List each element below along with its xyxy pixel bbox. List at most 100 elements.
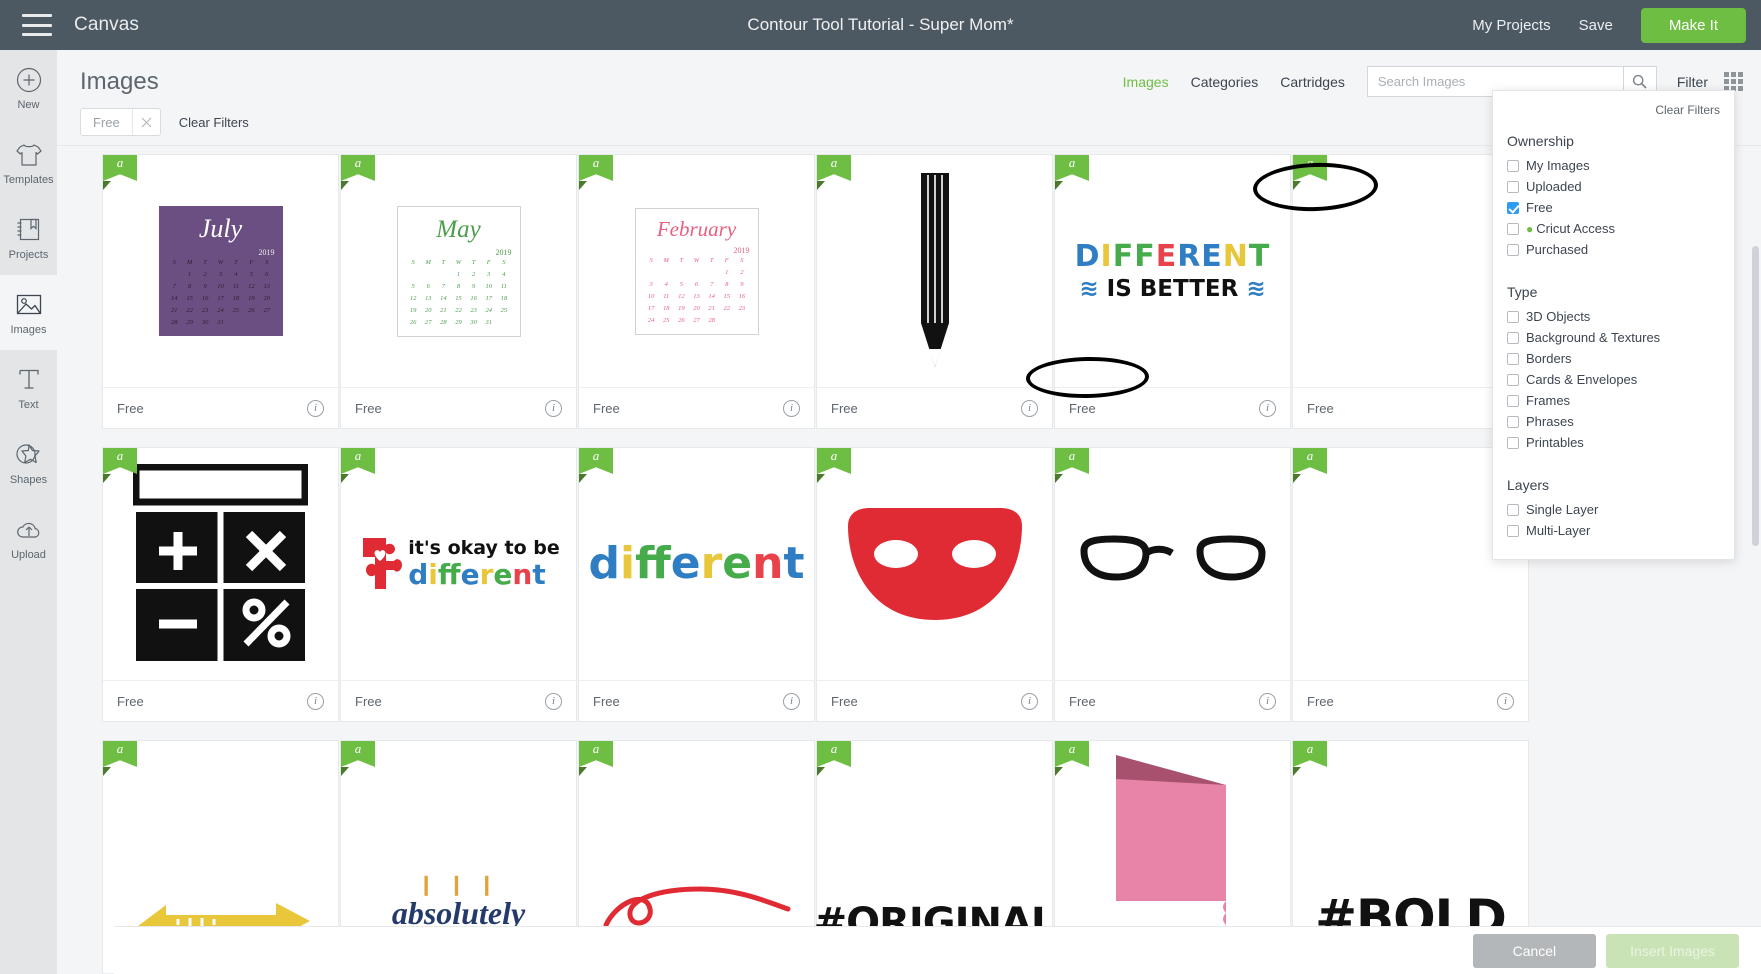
tab-categories[interactable]: Categories <box>1191 74 1259 90</box>
info-icon[interactable]: i <box>307 399 324 417</box>
image-thumbnail: different <box>579 448 814 680</box>
make-it-button[interactable]: Make It <box>1640 7 1746 43</box>
filter-option-purchased[interactable]: Purchased <box>1493 239 1734 260</box>
checkbox-uploaded[interactable] <box>1507 180 1519 193</box>
mask-art <box>847 508 1022 620</box>
filter-label-cricut-access: Cricut Access <box>1536 221 1615 236</box>
filter-option-background-textures[interactable]: Background & Textures <box>1493 327 1734 348</box>
checkbox-background-textures[interactable] <box>1507 331 1519 344</box>
checkbox-free[interactable] <box>1507 201 1519 214</box>
card-footer: Free i <box>579 680 814 721</box>
image-card[interactable]: a May 2019 SMTWTFS 1234 5 6 7 8 9 10 11 12 13 14… <box>340 154 577 429</box>
info-icon[interactable]: i <box>1021 399 1038 417</box>
sidebar-item-shapes[interactable]: Shapes <box>0 425 57 500</box>
card-price: Free <box>1069 693 1096 709</box>
info-icon[interactable]: i <box>545 399 562 417</box>
calendar-february-art: February 2019 SMTWTFS 12 3456789 10 11 12 1… <box>634 207 759 335</box>
canvas-label[interactable]: Canvas <box>74 14 139 36</box>
filter-group-title-type: Type <box>1507 284 1538 300</box>
info-icon[interactable]: i <box>545 692 562 710</box>
checkbox-my-images[interactable] <box>1507 159 1519 172</box>
checkbox-frames[interactable] <box>1507 394 1519 407</box>
image-thumbnail <box>817 155 1052 387</box>
filter-option-3d-objects[interactable]: 3D Objects <box>1493 306 1734 327</box>
card-footer: Free i <box>817 680 1052 721</box>
image-card[interactable]: a it's okay to be different <box>340 447 577 722</box>
checkbox-phrases[interactable] <box>1507 415 1519 428</box>
checkbox-single-layer[interactable] <box>1507 503 1519 516</box>
image-card[interactable]: a Free i <box>816 447 1053 722</box>
filter-button[interactable]: Filter <box>1677 74 1708 90</box>
filter-option-multi-layer[interactable]: Multi-Layer <box>1493 520 1734 541</box>
design-space-app: Canvas Contour Tool Tutorial - Super Mom… <box>0 0 1761 974</box>
checkbox-purchased[interactable] <box>1507 243 1519 256</box>
checkbox-3d-objects[interactable] <box>1507 310 1519 323</box>
vertical-scrollbar[interactable] <box>1752 246 1759 546</box>
card-footer: Free i <box>579 387 814 428</box>
filter-label-purchased: Purchased <box>1526 242 1589 257</box>
sidebar-item-projects[interactable]: Projects <box>0 200 57 275</box>
tab-cartridges[interactable]: Cartridges <box>1280 74 1345 90</box>
image-thumbnail: May 2019 SMTWTFS 1234 5 6 7 8 9 10 11 12 13 14 15… <box>341 155 576 387</box>
checkbox-cards-envelopes[interactable] <box>1507 373 1519 386</box>
filter-chip-free[interactable]: Free <box>80 108 161 136</box>
info-icon[interactable]: i <box>1497 692 1514 710</box>
filter-option-printables[interactable]: Printables <box>1493 432 1734 453</box>
sidebar-item-upload[interactable]: Upload <box>0 500 57 575</box>
grid-view-icon[interactable] <box>1724 72 1743 91</box>
info-icon[interactable]: i <box>1259 692 1276 710</box>
filter-option-phrases[interactable]: Phrases <box>1493 411 1734 432</box>
image-card[interactable]: a Free i <box>1054 447 1291 722</box>
close-x-icon[interactable] <box>131 109 160 135</box>
card-footer: Free i <box>341 680 576 721</box>
filter-option-single-layer[interactable]: Single Layer <box>1493 499 1734 520</box>
sidebar-item-new[interactable]: New <box>0 50 57 125</box>
tab-images[interactable]: Images <box>1123 74 1169 90</box>
filter-option-cricut-access[interactable]: ● Cricut Access <box>1493 218 1734 239</box>
filter-option-frames[interactable]: Frames <box>1493 390 1734 411</box>
image-thumbnail: February 2019 SMTWTFS 12 3456789 10 11 12 1… <box>579 155 814 387</box>
image-card[interactable]: a DIFFERENT ≋ IS BETTER ≋ Free i <box>1054 154 1291 429</box>
pink-card-art <box>1115 755 1226 937</box>
filter-label-3d-objects: 3D Objects <box>1526 309 1591 324</box>
insert-images-button[interactable]: Insert Images <box>1606 933 1739 968</box>
info-icon[interactable]: i <box>307 692 324 710</box>
filter-option-free[interactable]: Free <box>1493 197 1734 218</box>
glasses-art <box>1079 535 1266 581</box>
sidebar-label-upload: Upload <box>11 548 46 561</box>
card-price: Free <box>1307 693 1334 709</box>
filter-label-phrases: Phrases <box>1526 414 1574 429</box>
checkbox-printables[interactable] <box>1507 436 1519 449</box>
panel-footer: Cancel Insert Images <box>114 926 1761 974</box>
sidebar-item-images[interactable]: Images <box>0 275 57 350</box>
hamburger-menu-icon[interactable] <box>22 14 52 36</box>
checkbox-borders[interactable] <box>1507 352 1519 365</box>
image-card[interactable]: a Free i <box>816 154 1053 429</box>
filter-group-title-layers: Layers <box>1507 477 1550 493</box>
image-card[interactable]: a Free i <box>102 447 339 722</box>
filter-option-cards-envelopes[interactable]: Cards & Envelopes <box>1493 369 1734 390</box>
math-symbols-art <box>133 464 308 661</box>
cancel-button[interactable]: Cancel <box>1472 933 1597 968</box>
image-thumbnail <box>103 448 338 680</box>
my-projects-link[interactable]: My Projects <box>1472 17 1550 34</box>
info-icon[interactable]: i <box>783 399 800 417</box>
flyout-clear-filters[interactable]: Clear Filters <box>1493 101 1734 127</box>
filter-option-borders[interactable]: Borders <box>1493 348 1734 369</box>
filter-label-cards-envelopes: Cards & Envelopes <box>1526 372 1638 387</box>
sidebar-item-text[interactable]: Text <box>0 350 57 425</box>
info-icon[interactable]: i <box>783 692 800 710</box>
image-card[interactable]: a July 2019 SMTWTFS 123456 7 8 9 10 11 12 13 1… <box>102 154 339 429</box>
save-button[interactable]: Save <box>1579 17 1613 34</box>
info-icon[interactable]: i <box>1021 692 1038 710</box>
checkbox-cricut-access[interactable] <box>1507 222 1519 235</box>
card-price: Free <box>593 693 620 709</box>
image-card[interactable]: a different Free i <box>578 447 815 722</box>
filter-option-uploaded[interactable]: Uploaded <box>1493 176 1734 197</box>
checkbox-multi-layer[interactable] <box>1507 524 1519 537</box>
clear-filters-link[interactable]: Clear Filters <box>179 115 249 130</box>
filter-option-my-images[interactable]: My Images <box>1493 155 1734 176</box>
info-icon[interactable]: i <box>1259 399 1276 417</box>
sidebar-item-templates[interactable]: Templates <box>0 125 57 200</box>
image-card[interactable]: a February 2019 SMTWTFS 12 3456789 10 11 1… <box>578 154 815 429</box>
